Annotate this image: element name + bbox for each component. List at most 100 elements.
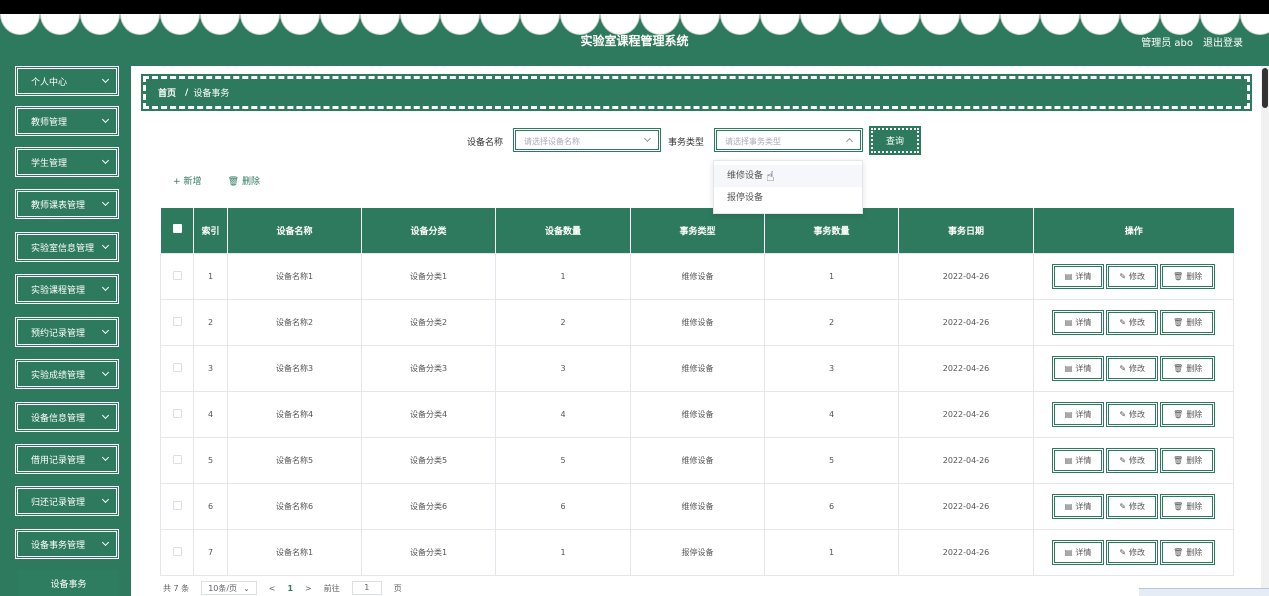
edit-label: 修改 <box>1129 409 1146 419</box>
row-checkbox[interactable] <box>172 270 182 280</box>
sidebar-item-label: 设备事务管理 <box>31 540 86 551</box>
delete-button[interactable]: 🗑 删除 <box>1160 355 1216 381</box>
query-button[interactable]: 查询 <box>869 126 921 155</box>
edit-button[interactable]: ✎ 修改 <box>1106 355 1159 381</box>
cell-device-name: 设备名称3 <box>227 344 362 392</box>
table-row: 6 设备名称6 设备分类6 6 维修设备 6 2022-04-26 ▤ 详情 ✎ 修改 🗑 删除 <box>160 482 1234 530</box>
sidebar-item-lab-info[interactable]: 实验室信息管理 <box>15 232 119 262</box>
sidebar-item-return-records[interactable]: 归还记录管理 <box>15 486 119 516</box>
sidebar-item-reservations[interactable]: 预约记录管理 <box>15 317 119 347</box>
row-select-cell <box>160 344 194 392</box>
detail-button[interactable]: ▤ 详情 <box>1051 401 1105 427</box>
edit-button[interactable]: ✎ 修改 <box>1106 447 1159 473</box>
document-icon: ▤ <box>1064 271 1073 281</box>
sidebar-item-lab-scores[interactable]: 实验成绩管理 <box>15 359 119 389</box>
edit-label: 修改 <box>1129 271 1146 281</box>
next-page-button[interactable]: > <box>305 584 312 593</box>
row-checkbox[interactable] <box>172 362 182 372</box>
sidebar-item-personal-center[interactable]: 个人中心 <box>15 66 119 96</box>
sidebar-item-label: 实验室信息管理 <box>31 243 95 254</box>
dropdown-option-repair[interactable]: 维修设备 <box>714 165 862 187</box>
edit-button[interactable]: ✎ 修改 <box>1106 493 1159 519</box>
chevron-down-icon <box>101 538 110 547</box>
select-all-checkbox[interactable] <box>172 224 182 234</box>
detail-button[interactable]: ▤ 详情 <box>1051 263 1105 289</box>
prev-page-button[interactable]: < <box>269 584 276 593</box>
cell-index: 2 <box>193 298 228 346</box>
sidebar-item-device-info[interactable]: 设备信息管理 <box>15 402 119 432</box>
cell-affair-date: 2022-04-26 <box>898 482 1034 530</box>
pencil-icon: ✎ <box>1119 317 1127 327</box>
delete-button[interactable]: 🗑 删除 <box>1160 493 1216 519</box>
trash-icon: 🗑 <box>1173 547 1184 557</box>
chevron-down-icon <box>101 115 110 124</box>
cell-affair-type: 维修设备 <box>630 298 765 346</box>
sidebar-item-device-affairs[interactable]: 设备事务管理 <box>15 529 119 559</box>
breadcrumb-home[interactable]: 首页 <box>158 86 176 99</box>
delete-button[interactable]: 🗑 删除 <box>1160 309 1216 335</box>
edit-button[interactable]: ✎ 修改 <box>1106 263 1159 289</box>
cell-affair-date: 2022-04-26 <box>898 344 1034 392</box>
table-row: 5 设备名称5 设备分类5 5 维修设备 5 2022-04-26 ▤ 详情 ✎ 修改 🗑 删除 <box>160 436 1234 484</box>
logout-link[interactable]: 退出登录 <box>1203 34 1243 49</box>
detail-button[interactable]: ▤ 详情 <box>1051 539 1105 565</box>
add-button[interactable]: + 新增 <box>173 174 202 187</box>
sidebar-item-teacher-schedule[interactable]: 教师课表管理 <box>15 189 119 219</box>
delete-button[interactable]: 🗑 删除 <box>1160 263 1216 289</box>
sidebar-item-borrow-records[interactable]: 借用记录管理 <box>15 444 119 474</box>
sidebar-item-label: 设备信息管理 <box>31 413 86 424</box>
cell-actions: ▤ 详情 ✎ 修改 🗑 删除 <box>1033 482 1234 530</box>
chevron-down-icon <box>101 283 110 292</box>
delete-button[interactable]: 🗑 删除 <box>1160 447 1216 473</box>
row-checkbox[interactable] <box>172 316 182 326</box>
chevron-down-icon: ⌄ <box>243 583 250 593</box>
detail-button[interactable]: ▤ 详情 <box>1051 493 1105 519</box>
sidebar-item-students[interactable]: 学生管理 <box>15 147 119 177</box>
row-checkbox[interactable] <box>172 546 182 556</box>
cell-index: 3 <box>193 344 228 392</box>
cell-affair-type: 维修设备 <box>630 344 765 392</box>
cell-affair-type: 维修设备 <box>630 482 765 530</box>
delete-button[interactable]: 🗑 删除 <box>1160 539 1216 565</box>
sidebar-item-teachers[interactable]: 教师管理 <box>15 106 119 136</box>
sidebar-item-lab-courses[interactable]: 实验课程管理 <box>15 274 119 304</box>
cell-actions: ▤ 详情 ✎ 修改 🗑 删除 <box>1033 252 1234 300</box>
edit-button[interactable]: ✎ 修改 <box>1106 309 1159 335</box>
header-user-area: 管理员 abo 退出登录 <box>1141 34 1243 49</box>
detail-button[interactable]: ▤ 详情 <box>1051 447 1105 473</box>
cell-affair-quantity: 1 <box>764 252 899 300</box>
page-number[interactable]: 1 <box>287 584 293 593</box>
detail-button[interactable]: ▤ 详情 <box>1051 355 1105 381</box>
row-checkbox[interactable] <box>172 500 182 510</box>
page-scrollbar[interactable] <box>1261 66 1269 596</box>
device-name-select[interactable]: 请选择设备名称 <box>513 128 661 152</box>
affair-type-select[interactable]: 请选择事务类型 <box>714 128 863 152</box>
sidebar-subitem-device-affairs[interactable]: 设备事务 <box>18 570 119 596</box>
row-checkbox[interactable] <box>172 408 182 418</box>
cell-device-quantity: 1 <box>495 252 631 300</box>
table-row: 3 设备名称3 设备分类3 3 维修设备 3 2022-04-26 ▤ 详情 ✎ 修改 🗑 删除 <box>160 344 1234 392</box>
dropdown-option-suspend[interactable]: 报停设备 <box>714 187 862 209</box>
current-user-label: 管理员 abo <box>1141 38 1193 49</box>
cell-affair-quantity: 3 <box>764 344 899 392</box>
cell-index: 7 <box>193 528 228 576</box>
row-select-cell <box>160 298 194 346</box>
row-select-cell <box>160 436 194 484</box>
add-button-label: 新增 <box>183 177 202 187</box>
batch-delete-button[interactable]: 🗑 删除 <box>228 174 260 187</box>
goto-page-input[interactable]: 1 <box>351 581 382 595</box>
delete-button[interactable]: 🗑 删除 <box>1160 401 1216 427</box>
row-checkbox[interactable] <box>172 454 182 464</box>
column-header: 设备数量 <box>495 208 631 253</box>
scrollbar-thumb[interactable] <box>1262 68 1268 108</box>
chevron-up-icon <box>845 137 854 146</box>
cell-index: 5 <box>193 436 228 484</box>
cell-device-quantity: 4 <box>495 390 631 438</box>
page-size-select[interactable]: 10条/页 ⌄ <box>201 581 257 595</box>
edit-button[interactable]: ✎ 修改 <box>1106 401 1159 427</box>
delete-label: 删除 <box>1186 501 1203 511</box>
trash-icon: 🗑 <box>1173 317 1184 327</box>
detail-button[interactable]: ▤ 详情 <box>1051 309 1105 335</box>
delete-label: 删除 <box>1186 547 1203 557</box>
edit-button[interactable]: ✎ 修改 <box>1106 539 1159 565</box>
